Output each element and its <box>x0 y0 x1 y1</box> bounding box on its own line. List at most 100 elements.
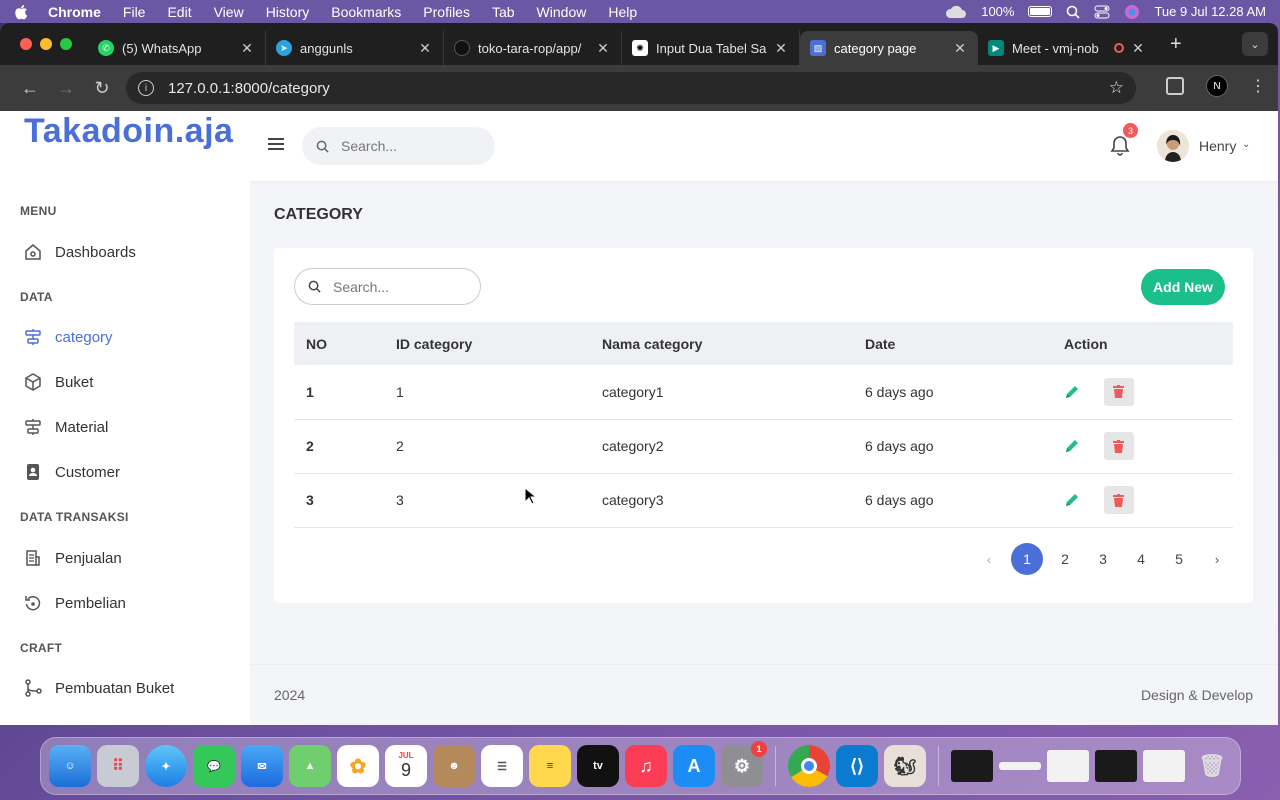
sidebar-item-pembuatan-buket[interactable]: Pembuatan Buket <box>24 679 174 697</box>
url-text[interactable]: 127.0.0.1:8000/category <box>168 80 330 97</box>
minimized-window-thumbnail[interactable] <box>1047 750 1089 782</box>
minimize-window-button[interactable] <box>40 38 52 50</box>
tab-search-icon[interactable]: ⌄ <box>1242 32 1268 56</box>
control-center-icon[interactable] <box>1094 5 1110 19</box>
minimized-window-thumbnail[interactable] <box>1095 750 1137 782</box>
pagination-page-5[interactable]: 5 <box>1163 543 1195 575</box>
zoom-window-button[interactable] <box>60 38 72 50</box>
messages-icon[interactable]: 💬 <box>193 745 235 787</box>
close-window-button[interactable] <box>20 38 32 50</box>
apple-icon[interactable] <box>14 4 28 20</box>
sidebar-item-buket[interactable]: Buket <box>24 373 93 391</box>
tab-category-page[interactable]: ▧ category page ✕ <box>800 31 978 65</box>
avatar[interactable] <box>1157 130 1189 162</box>
new-tab-icon[interactable]: + <box>1170 33 1182 56</box>
pagination-page-3[interactable]: 3 <box>1087 543 1119 575</box>
reminders-icon[interactable]: ☰ <box>481 745 523 787</box>
minimized-window-thumbnail[interactable] <box>1143 750 1185 782</box>
pagination-page-4[interactable]: 4 <box>1125 543 1157 575</box>
hamburger-menu-icon[interactable] <box>268 138 284 152</box>
more-options-icon[interactable]: ⋮ <box>1250 76 1266 96</box>
music-icon[interactable]: ♫ <box>625 745 667 787</box>
menu-window[interactable]: Window <box>537 4 587 20</box>
minimized-window-thumbnail[interactable] <box>999 762 1041 770</box>
tab-telegram[interactable]: ➤ anggunls ✕ <box>266 31 444 65</box>
delete-button[interactable] <box>1103 377 1134 406</box>
edit-pencil-icon[interactable] <box>1064 384 1080 400</box>
close-tab-icon[interactable]: ✕ <box>417 40 433 57</box>
menu-bookmarks[interactable]: Bookmarks <box>331 4 401 20</box>
minimized-window-thumbnail[interactable] <box>951 750 993 782</box>
column-header-no[interactable]: NO <box>294 322 384 365</box>
icloud-icon[interactable] <box>945 5 967 19</box>
user-name[interactable]: Henry <box>1199 138 1236 154</box>
menu-file[interactable]: File <box>123 4 146 20</box>
mail-icon[interactable]: ✉ <box>241 745 283 787</box>
trash-icon[interactable]: 🗑 <box>1191 745 1233 787</box>
pagination-next-icon[interactable]: › <box>1201 543 1233 575</box>
calendar-icon[interactable]: JUL 9 <box>385 745 427 787</box>
sidebar-item-material[interactable]: Material <box>24 418 108 436</box>
contacts-icon[interactable]: ☻ <box>433 745 475 787</box>
chevron-down-icon[interactable]: ⌄ <box>1242 139 1250 150</box>
battery-icon[interactable] <box>1028 6 1053 17</box>
pagination-page-1[interactable]: 1 <box>1011 543 1043 575</box>
menu-view[interactable]: View <box>214 4 244 20</box>
back-icon[interactable]: ← <box>12 78 48 99</box>
profile-avatar-icon[interactable]: N <box>1206 75 1228 97</box>
menu-help[interactable]: Help <box>608 4 637 20</box>
column-header-date[interactable]: Date <box>853 322 1052 365</box>
delete-button[interactable] <box>1103 432 1134 460</box>
app-store-icon[interactable]: A <box>673 745 715 787</box>
close-tab-icon[interactable]: ✕ <box>952 40 968 57</box>
photos-icon[interactable]: ✿ <box>337 745 379 787</box>
add-new-button[interactable]: Add New <box>1141 269 1225 305</box>
address-bar[interactable]: i 127.0.0.1:8000/category ☆ <box>126 72 1136 104</box>
safari-icon[interactable]: ✦ <box>145 745 187 787</box>
table-search[interactable] <box>294 268 481 305</box>
menu-profiles[interactable]: Profiles <box>423 4 470 20</box>
close-tab-icon[interactable]: ✕ <box>595 40 611 57</box>
menu-tab[interactable]: Tab <box>492 4 515 20</box>
forward-icon[interactable]: → <box>48 78 84 99</box>
sidebar-item-customer[interactable]: Customer <box>24 463 120 481</box>
system-settings-icon[interactable]: ⚙ 1 <box>721 741 767 787</box>
column-header-nama-category[interactable]: Nama category <box>590 322 853 365</box>
menu-app-name[interactable]: Chrome <box>48 4 101 20</box>
column-header-id-category[interactable]: ID category <box>384 322 590 365</box>
tab-github[interactable]: toko-tara-rop/app/ ✕ <box>444 31 622 65</box>
tab-meet[interactable]: ▶ Meet - vmj-nob ✕ <box>978 31 1156 65</box>
sidebar-item-pembelian[interactable]: Pembelian <box>24 594 126 612</box>
chrome-icon[interactable] <box>788 745 830 787</box>
sidebar-item-category[interactable]: category <box>24 328 113 346</box>
sequel-ace-icon[interactable]: 🐿 <box>884 745 926 787</box>
vscode-icon[interactable]: ⟨⟩ <box>836 745 878 787</box>
pagination-prev-icon[interactable]: ‹ <box>973 543 1005 575</box>
tab-whatsapp[interactable]: ✆ (5) WhatsApp ✕ <box>88 31 266 65</box>
header-search-input[interactable] <box>341 138 481 154</box>
tab-chatgpt[interactable]: ✺ Input Dua Tabel Sa ✕ <box>622 31 800 65</box>
notification-bell-icon[interactable] <box>1110 135 1130 157</box>
sidebar-item-penjualan[interactable]: Penjualan <box>24 549 122 567</box>
reload-icon[interactable]: ↻ <box>84 78 120 99</box>
finder-icon[interactable]: ☺ <box>49 745 91 787</box>
site-info-icon[interactable]: i <box>138 80 154 96</box>
close-tab-icon[interactable]: ✕ <box>1130 40 1146 57</box>
bookmark-star-icon[interactable]: ☆ <box>1109 78 1124 98</box>
launchpad-icon[interactable]: ⠿ <box>97 745 139 787</box>
menu-history[interactable]: History <box>266 4 310 20</box>
maps-icon[interactable]: ▲ <box>289 745 331 787</box>
spotlight-search-icon[interactable] <box>1066 5 1081 19</box>
close-tab-icon[interactable]: ✕ <box>773 40 789 57</box>
edit-pencil-icon[interactable] <box>1064 438 1080 454</box>
siri-icon[interactable] <box>1124 4 1140 20</box>
table-search-input[interactable] <box>333 278 463 295</box>
sidebar-item-dashboards[interactable]: Dashboards <box>24 243 136 261</box>
menubar-clock[interactable]: Tue 9 Jul 12.28 AM <box>1154 4 1266 19</box>
close-tab-icon[interactable]: ✕ <box>239 40 255 57</box>
pagination-page-2[interactable]: 2 <box>1049 543 1081 575</box>
apple-tv-icon[interactable]: tv <box>577 745 619 787</box>
menu-edit[interactable]: Edit <box>167 4 191 20</box>
brand-logo[interactable]: Takadoin.aja <box>24 112 233 151</box>
header-search[interactable] <box>302 127 495 165</box>
